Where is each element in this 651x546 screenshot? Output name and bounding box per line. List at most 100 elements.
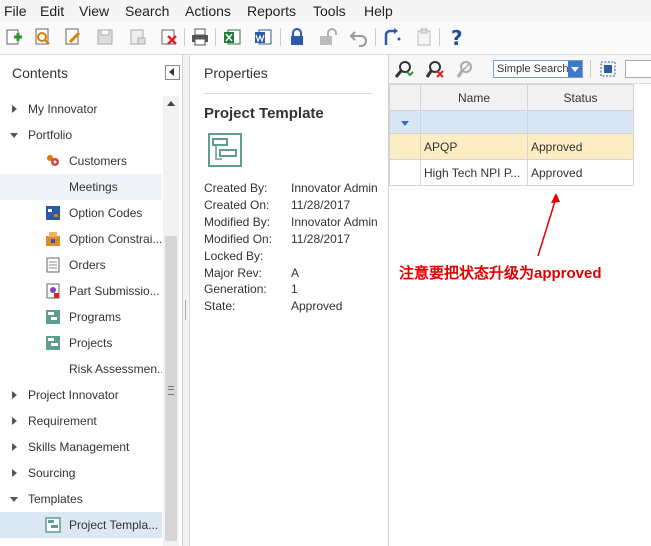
expand-arrow-icon[interactable]: [12, 105, 17, 113]
clear-search-icon[interactable]: [425, 59, 445, 79]
grip-icon: [168, 386, 174, 395]
print-icon[interactable]: [190, 27, 210, 47]
help-icon[interactable]: ?: [447, 27, 467, 47]
edit-icon[interactable]: [63, 27, 83, 47]
collapse-arrow-icon[interactable]: [10, 133, 18, 138]
properties-title: Properties: [204, 65, 268, 81]
panel-splitter[interactable]: [183, 55, 190, 546]
modified-by-value: Innovator Admin: [291, 215, 378, 229]
contents-scrollbar[interactable]: [163, 96, 179, 546]
tree-item-portfolio[interactable]: Portfolio: [0, 122, 162, 148]
save-close-icon[interactable]: [128, 27, 148, 47]
lock-icon[interactable]: [287, 27, 307, 47]
grid-toolbar: Simple Search: [389, 55, 651, 84]
scroll-up-icon[interactable]: [167, 101, 175, 106]
toolbar-separator: [215, 28, 216, 46]
expand-arrow-icon[interactable]: [12, 443, 17, 451]
tree-item-sourcing[interactable]: Sourcing: [0, 460, 162, 486]
collapse-arrow-icon[interactable]: [10, 497, 18, 502]
state-label: State:: [204, 299, 236, 313]
tree-item-risk-assessment[interactable]: Risk Assessmen...: [0, 356, 162, 382]
column-header-status[interactable]: Status: [527, 84, 634, 111]
menu-edit[interactable]: Edit: [40, 3, 64, 19]
tree-item-orders[interactable]: Orders: [0, 252, 162, 278]
table-row[interactable]: High Tech NPI P... Approved: [389, 159, 634, 186]
chevron-down-icon[interactable]: [401, 121, 409, 126]
cell-name[interactable]: High Tech NPI P...: [420, 159, 528, 186]
cell-name[interactable]: APQP: [420, 133, 528, 160]
tree-item-part-submission[interactable]: Part Submissio...: [0, 278, 162, 304]
created-by-label: Created By:: [204, 181, 268, 195]
delete-icon[interactable]: [159, 27, 179, 47]
search-icon[interactable]: [33, 27, 53, 47]
expand-arrow-icon[interactable]: [12, 417, 17, 425]
scrollbar-thumb[interactable]: [165, 236, 177, 541]
menu-reports[interactable]: Reports: [247, 3, 296, 19]
tree-item-option-constraints[interactable]: Option Constrai...: [0, 226, 162, 252]
cell-status[interactable]: Approved: [527, 133, 634, 160]
row-header[interactable]: [389, 159, 421, 186]
tree-item-customers[interactable]: Customers: [0, 148, 162, 174]
table-row[interactable]: APQP Approved: [389, 133, 634, 160]
excel-icon[interactable]: [222, 27, 242, 47]
menu-actions[interactable]: Actions: [185, 3, 231, 19]
grid-header: Name Status: [389, 84, 634, 111]
toolbar-separator: [590, 60, 591, 78]
tree-item-skills-management[interactable]: Skills Management: [0, 434, 162, 460]
chevron-down-icon[interactable]: [568, 61, 582, 77]
page-size-input[interactable]: [625, 60, 651, 78]
results-grid: Name Status APQP Approved High Tech NPI …: [389, 84, 634, 186]
programs-icon: [46, 310, 60, 324]
menu-file[interactable]: File: [4, 3, 27, 19]
tree-item-requirement[interactable]: Requirement: [0, 408, 162, 434]
filter-name-cell[interactable]: [420, 110, 528, 134]
row-header-corner: [389, 84, 421, 111]
row-header[interactable]: [389, 133, 421, 160]
expand-arrow-icon[interactable]: [12, 469, 17, 477]
projects-icon: [46, 336, 60, 350]
undo-icon[interactable]: [349, 27, 369, 47]
tree-item-option-codes[interactable]: Option Codes: [0, 200, 162, 226]
new-icon[interactable]: [4, 27, 24, 47]
properties-panel: Properties Project Template Created By: …: [190, 55, 389, 546]
created-by-value: Innovator Admin: [291, 181, 378, 195]
menu-help[interactable]: Help: [364, 3, 393, 19]
menu-search[interactable]: Search: [125, 3, 169, 19]
tree-item-project-template[interactable]: Project Templa...: [0, 512, 162, 538]
menu-view[interactable]: View: [79, 3, 109, 19]
tree-item-programs[interactable]: Programs: [0, 304, 162, 330]
major-rev-value: A: [291, 266, 300, 280]
word-icon[interactable]: [253, 27, 273, 47]
customers-icon: [47, 155, 59, 166]
promote-icon[interactable]: [382, 27, 402, 47]
toolbar-separator: [184, 28, 185, 46]
select-columns-icon[interactable]: [598, 59, 618, 79]
expand-arrow-icon[interactable]: [12, 391, 17, 399]
option-constraints-icon: [46, 232, 60, 246]
menu-tools[interactable]: Tools: [313, 3, 346, 19]
tree-item-project-innovator[interactable]: Project Innovator: [0, 382, 162, 408]
modified-by-label: Modified By:: [204, 215, 271, 229]
filter-row-header[interactable]: [389, 110, 421, 134]
save-icon[interactable]: [95, 27, 115, 47]
clipboard-icon[interactable]: [414, 27, 434, 47]
tree-item-templates[interactable]: Templates: [0, 486, 162, 512]
main-toolbar: ?: [0, 22, 651, 55]
tree-item-my-innovator[interactable]: My Innovator: [0, 96, 162, 122]
search-disabled-icon[interactable]: [456, 59, 476, 79]
search-mode-select[interactable]: Simple Search: [493, 60, 583, 78]
unlock-icon[interactable]: [318, 27, 338, 47]
modified-on-label: Modified On:: [204, 232, 273, 246]
search-mode-value: Simple Search: [497, 63, 569, 75]
major-rev-label: Major Rev:: [204, 266, 263, 280]
collapse-panel-button[interactable]: [165, 65, 180, 80]
tree-item-projects[interactable]: Projects: [0, 330, 162, 356]
filter-status-cell[interactable]: [527, 110, 634, 134]
tree-item-meetings[interactable]: Meetings: [0, 174, 162, 200]
toolbar-separator: [280, 28, 281, 46]
run-search-icon[interactable]: [394, 59, 414, 79]
column-header-name[interactable]: Name: [420, 84, 528, 111]
orders-icon: [46, 257, 60, 273]
project-template-icon: [208, 133, 242, 167]
cell-status[interactable]: Approved: [527, 159, 634, 186]
